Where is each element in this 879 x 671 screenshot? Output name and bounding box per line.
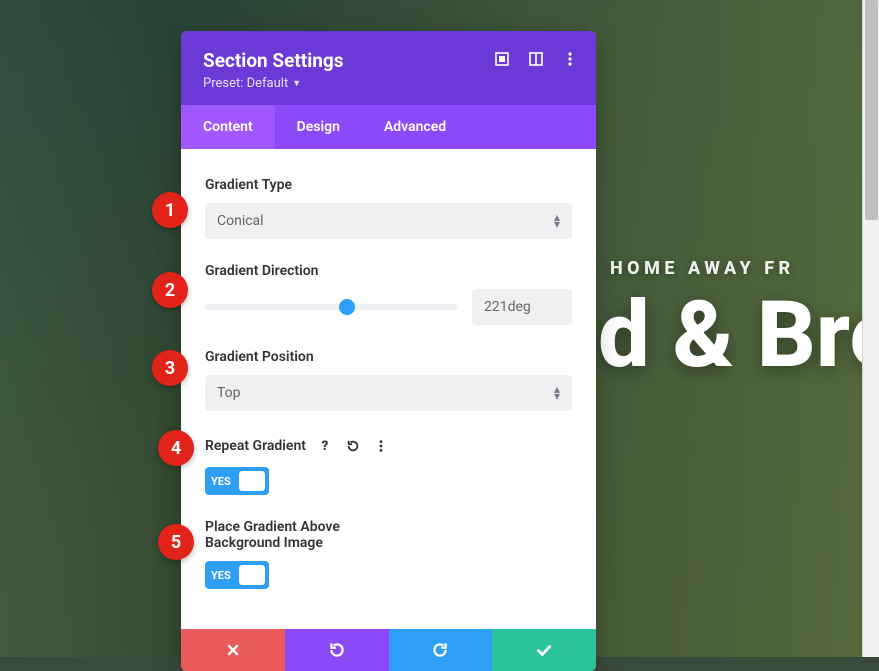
hero-headline: d & Bre [598,290,879,382]
tab-content[interactable]: Content [181,105,275,149]
step-marker-1: 1 [152,192,188,228]
gradient-direction-label: Gradient Direction [205,263,572,279]
kebab-menu-icon[interactable] [370,435,392,457]
repeat-gradient-label: Repeat Gradient [205,438,306,454]
slider-thumb[interactable] [339,299,355,315]
gradient-direction-input[interactable]: 221deg [472,289,572,325]
section-settings-modal: Section Settings Preset: Default ▼ Conte… [181,31,596,671]
kebab-menu-icon[interactable] [562,51,578,67]
repeat-gradient-label-row: Repeat Gradient ? [205,435,572,457]
redo-icon [431,641,449,659]
place-above-field: Place Gradient Above Background Image YE… [205,519,572,589]
step-marker-5: 5 [158,524,194,560]
step-marker-3: 3 [152,350,188,386]
gradient-type-label: Gradient Type [205,177,572,193]
step-marker-2: 2 [152,272,188,308]
reset-icon[interactable] [342,435,364,457]
undo-button[interactable] [285,629,389,671]
gradient-position-select[interactable]: Top ▴▾ [205,375,572,411]
step-marker-4: 4 [158,430,194,466]
select-caret-icon: ▴▾ [554,386,560,400]
gradient-type-value: Conical [217,213,264,229]
toggle-state-label: YES [211,569,231,582]
tab-design[interactable]: Design [275,105,362,149]
expand-icon[interactable] [494,51,510,67]
scrollbar-thumb[interactable] [865,0,878,220]
place-above-label: Place Gradient Above Background Image [205,519,405,551]
header-actions [494,51,578,67]
cancel-button[interactable] [181,629,285,671]
tab-advanced[interactable]: Advanced [362,105,468,149]
check-icon [535,641,553,659]
repeat-gradient-field: Repeat Gradient ? YES [205,435,572,495]
modal-footer [181,629,596,671]
modal-body: Gradient Type Conical ▴▾ Gradient Direct… [181,149,596,629]
save-button[interactable] [492,629,596,671]
gradient-type-field: Gradient Type Conical ▴▾ [205,177,572,239]
redo-button[interactable] [389,629,493,671]
place-above-toggle[interactable]: YES [205,561,269,589]
undo-icon [328,641,346,659]
gradient-position-field: Gradient Position Top ▴▾ [205,349,572,411]
help-icon[interactable]: ? [314,435,336,457]
gradient-direction-row: 221deg [205,289,572,325]
select-caret-icon: ▴▾ [554,214,560,228]
gradient-position-value: Top [217,385,241,401]
gradient-position-label: Gradient Position [205,349,572,365]
hero-overline: HOME AWAY FR [610,258,795,279]
chevron-down-icon: ▼ [292,78,301,89]
gradient-direction-field: Gradient Direction 221deg [205,263,572,325]
toggle-knob [239,471,265,491]
toggle-state-label: YES [211,475,231,488]
gradient-type-select[interactable]: Conical ▴▾ [205,203,572,239]
repeat-gradient-toggle[interactable]: YES [205,467,269,495]
preset-label: Preset: Default [203,76,288,91]
modal-header: Section Settings Preset: Default ▼ [181,31,596,105]
slider-track [205,304,458,310]
snap-icon[interactable] [528,51,544,67]
preset-dropdown[interactable]: Preset: Default ▼ [203,76,301,91]
close-icon [225,642,241,658]
window-scrollbar[interactable] [862,0,879,657]
settings-tabs: Content Design Advanced [181,105,596,149]
repeat-gradient-label-icons: ? [314,435,392,457]
toggle-knob [239,565,265,585]
gradient-direction-slider[interactable] [205,291,458,323]
